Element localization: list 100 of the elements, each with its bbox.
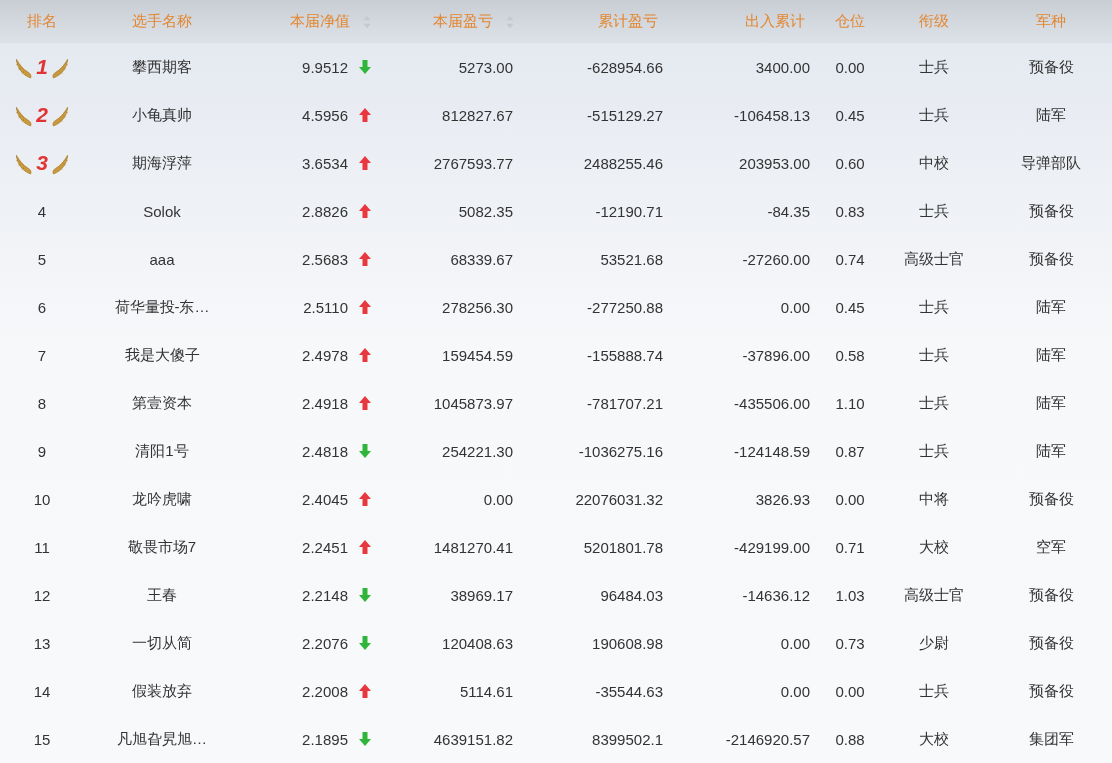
position-ratio: 1.10 xyxy=(835,394,865,412)
grade-label: 士兵 xyxy=(919,57,949,77)
position-ratio: 0.87 xyxy=(835,442,865,460)
profit-loss: 5273.00 xyxy=(458,58,513,76)
cash-flow: 0.00 xyxy=(780,634,810,652)
net-value: 2.2451 xyxy=(302,538,348,556)
position-ratio: 0.45 xyxy=(835,298,865,316)
column-header: 仓位 xyxy=(835,12,865,31)
branch-label: 集团军 xyxy=(1028,729,1074,749)
cash-flow: -37896.00 xyxy=(742,346,810,364)
grade-label: 大校 xyxy=(919,729,949,749)
total-profit-loss: -781707.21 xyxy=(587,394,663,412)
grade-label: 大校 xyxy=(919,537,949,557)
net-value: 2.1895 xyxy=(302,730,348,748)
profit-loss: 68339.67 xyxy=(450,250,513,268)
position-ratio: 0.60 xyxy=(835,154,865,172)
branch-label: 陆军 xyxy=(1036,105,1066,125)
grade-label: 中将 xyxy=(919,489,949,509)
net-value: 4.5956 xyxy=(302,106,348,124)
profit-loss: 5082.35 xyxy=(458,202,513,220)
rank-number: 13 xyxy=(33,634,51,652)
rank-number: 5 xyxy=(37,250,47,268)
player-name: 龙吟虎啸 xyxy=(132,489,192,509)
position-ratio: 0.73 xyxy=(835,634,865,652)
player-name: 清阳1号 xyxy=(135,441,189,461)
position-ratio: 0.58 xyxy=(835,346,865,364)
position-ratio: 0.83 xyxy=(835,202,865,220)
grade-label: 高级士官 xyxy=(904,585,964,605)
total-profit-loss: -12190.71 xyxy=(595,202,663,220)
net-value: 2.4978 xyxy=(302,346,348,364)
position-ratio: 0.45 xyxy=(835,106,865,124)
branch-label: 陆军 xyxy=(1036,345,1066,365)
rank-number: 8 xyxy=(37,394,47,412)
net-value: 2.2148 xyxy=(302,586,348,604)
total-profit-loss: 96484.03 xyxy=(600,586,663,604)
profit-loss: 254221.30 xyxy=(442,442,513,460)
net-value: 2.2008 xyxy=(302,682,348,700)
player-name: 凡旭旮旯旭… xyxy=(117,729,207,749)
player-name: 小龟真帅 xyxy=(132,105,192,125)
column-header[interactable]: 本届盈亏 xyxy=(433,12,515,31)
column-header: 军种 xyxy=(1036,12,1066,31)
profit-loss: 812827.67 xyxy=(442,106,513,124)
total-profit-loss: 2488255.46 xyxy=(583,154,663,172)
player-name: 敬畏市场7 xyxy=(127,537,197,557)
player-name: 荷华量投-东… xyxy=(114,297,210,317)
profit-loss: 278256.30 xyxy=(442,298,513,316)
grade-label: 士兵 xyxy=(919,201,949,221)
cash-flow: -429199.00 xyxy=(734,538,810,556)
rank-number: 14 xyxy=(33,682,51,700)
rank-number: 2 xyxy=(36,103,48,127)
rank-number: 6 xyxy=(37,298,47,316)
cash-flow: -106458.13 xyxy=(734,106,810,124)
total-profit-loss: -1036275.16 xyxy=(578,442,663,460)
total-profit-loss: -155888.74 xyxy=(587,346,663,364)
grade-label: 士兵 xyxy=(919,681,949,701)
player-name: 攀西期客 xyxy=(132,57,192,77)
profit-loss: 120408.63 xyxy=(442,634,513,652)
rank-number: 11 xyxy=(34,538,50,556)
cash-flow: -124148.59 xyxy=(734,442,810,460)
net-value: 2.8826 xyxy=(302,202,348,220)
grade-label: 士兵 xyxy=(919,393,949,413)
column-header: 累计盈亏 xyxy=(598,12,658,31)
net-value: 2.4818 xyxy=(302,442,348,460)
profit-loss: 2767593.77 xyxy=(433,154,513,172)
position-ratio: 0.71 xyxy=(835,538,865,556)
cash-flow: 3826.93 xyxy=(755,490,810,508)
cash-flow: 0.00 xyxy=(780,298,810,316)
player-name: 我是大傻子 xyxy=(124,345,200,365)
cash-flow: 0.00 xyxy=(780,682,810,700)
branch-label: 预备役 xyxy=(1028,681,1074,701)
player-name: 一切从简 xyxy=(132,633,192,653)
rank-number: 9 xyxy=(37,442,47,460)
column-header[interactable]: 本届净值 xyxy=(290,12,372,31)
branch-label: 预备役 xyxy=(1028,489,1074,509)
net-value: 2.2076 xyxy=(302,634,348,652)
rank-number: 7 xyxy=(37,346,47,364)
profit-loss: 1045873.97 xyxy=(433,394,513,412)
branch-label: 预备役 xyxy=(1028,633,1074,653)
total-profit-loss: -35544.63 xyxy=(595,682,663,700)
total-profit-loss: 190608.98 xyxy=(592,634,663,652)
net-value: 2.5683 xyxy=(302,250,348,268)
column-header: 出入累计 xyxy=(745,12,805,31)
rank-number: 15 xyxy=(33,730,51,748)
branch-label: 预备役 xyxy=(1028,249,1074,269)
cash-flow: -27260.00 xyxy=(742,250,810,268)
cash-flow: -14636.12 xyxy=(742,586,810,604)
player-name: aaa xyxy=(149,250,175,268)
branch-label: 陆军 xyxy=(1036,297,1066,317)
profit-loss: 38969.17 xyxy=(450,586,513,604)
branch-label: 预备役 xyxy=(1028,57,1074,77)
position-ratio: 0.74 xyxy=(835,250,865,268)
profit-loss: 4639151.82 xyxy=(433,730,513,748)
net-value: 9.9512 xyxy=(302,58,348,76)
rank-number: 1 xyxy=(36,55,48,79)
cash-flow: -435506.00 xyxy=(734,394,810,412)
rank-number: 12 xyxy=(33,586,51,604)
net-value: 3.6534 xyxy=(302,154,348,172)
position-ratio: 0.00 xyxy=(835,58,865,76)
player-name: 期海浮萍 xyxy=(132,153,192,173)
branch-label: 陆军 xyxy=(1036,393,1066,413)
